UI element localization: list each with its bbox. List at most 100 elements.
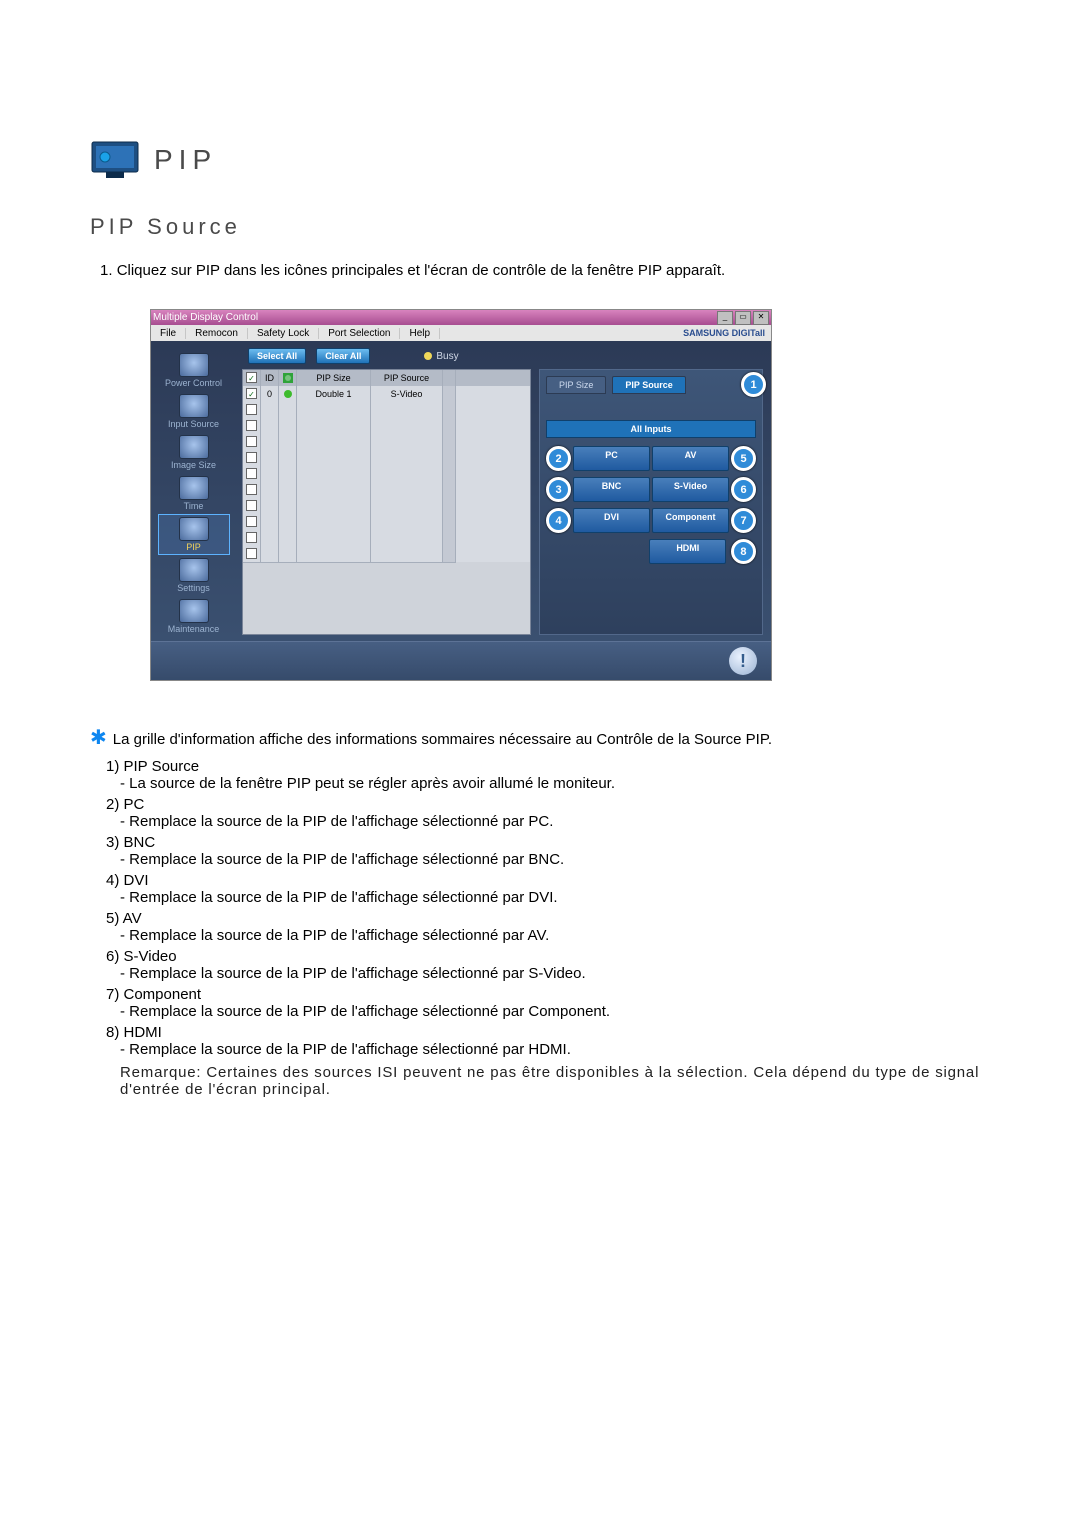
monitor-icon — [90, 140, 140, 180]
table-row[interactable] — [243, 434, 530, 450]
cell — [297, 466, 371, 483]
cell — [297, 402, 371, 419]
table-row[interactable] — [243, 466, 530, 482]
cell: Double 1 — [297, 386, 371, 403]
cell — [261, 482, 279, 499]
menu-safety-lock[interactable]: Safety Lock — [248, 328, 319, 339]
cell — [371, 530, 443, 547]
cell — [243, 482, 261, 499]
item-title: 8) HDMI — [106, 1024, 162, 1041]
cell — [243, 498, 261, 515]
menu-help[interactable]: Help — [400, 328, 440, 339]
cell — [443, 546, 456, 563]
cell — [371, 482, 443, 499]
list-item: 4) DVI- Remplace la source de la PIP de … — [106, 872, 990, 906]
display-grid: IDPIP SizePIP Source0Double 1S-Video — [242, 369, 531, 635]
cell — [243, 418, 261, 435]
instruction-number: 1. — [100, 262, 113, 279]
source-component-button[interactable]: Component — [652, 508, 729, 533]
list-item: 5) AV- Remplace la source de la PIP de l… — [106, 910, 990, 944]
close-button[interactable]: ✕ — [753, 311, 769, 325]
cell — [261, 498, 279, 515]
cell — [371, 514, 443, 531]
item-title: 3) BNC — [106, 834, 155, 851]
sidebar-item-power-control[interactable]: Power Control — [159, 351, 229, 390]
maximize-button[interactable]: ▭ — [735, 311, 751, 325]
column-header — [243, 370, 261, 387]
busy-label: Busy — [436, 351, 458, 362]
app-title: Multiple Display Control — [153, 312, 258, 323]
table-row[interactable] — [243, 546, 530, 562]
source-svideo-button[interactable]: S-Video — [652, 477, 729, 502]
table-row[interactable] — [243, 402, 530, 418]
select-all-button[interactable]: Select All — [248, 348, 306, 364]
brand-label: SAMSUNG DIGITall — [683, 328, 771, 338]
table-row[interactable] — [243, 498, 530, 514]
cell — [243, 386, 261, 403]
source-bnc-button[interactable]: BNC — [573, 477, 650, 502]
cell — [297, 498, 371, 515]
sidebar-item-settings[interactable]: Settings — [159, 556, 229, 595]
input-source-icon — [179, 394, 209, 418]
sidebar-item-label: Image Size — [171, 460, 216, 470]
note-line: ✱ La grille d'information affiche des in… — [90, 731, 990, 748]
table-row[interactable] — [243, 482, 530, 498]
cell — [279, 386, 297, 403]
item-desc: - La source de la fenêtre PIP peut se ré… — [120, 775, 990, 792]
pip-header: PIP — [90, 140, 990, 180]
cell — [279, 482, 297, 499]
sidebar-item-label: Power Control — [165, 378, 222, 388]
cell — [443, 514, 456, 531]
cell — [443, 434, 456, 451]
source-av-button[interactable]: AV — [652, 446, 729, 471]
instruction-text: Cliquez sur PIP dans les icônes principa… — [117, 262, 726, 279]
cell — [279, 466, 297, 483]
item-title: 5) AV — [106, 910, 142, 927]
sidebar-item-pip[interactable]: PIP — [159, 515, 229, 554]
item-desc: - Remplace la source de la PIP de l'affi… — [120, 965, 990, 982]
callout-4: 4 — [546, 508, 571, 533]
tab-pip-source[interactable]: PIP Source — [612, 376, 685, 394]
item-title: 2) PC — [106, 796, 144, 813]
cell — [297, 530, 371, 547]
table-row[interactable] — [243, 530, 530, 546]
menu-port-selection[interactable]: Port Selection — [319, 328, 400, 339]
source-dvi-button[interactable]: DVI — [573, 508, 650, 533]
cell — [261, 530, 279, 547]
callout-6: 6 — [731, 477, 756, 502]
sidebar-item-maintenance[interactable]: Maintenance — [159, 597, 229, 636]
cell — [261, 450, 279, 467]
cell — [279, 434, 297, 451]
list-item: 1) PIP Source- La source de la fenêtre P… — [106, 758, 990, 792]
panel-header: All Inputs — [546, 420, 756, 438]
item-desc: - Remplace la source de la PIP de l'affi… — [120, 851, 990, 868]
time-icon — [179, 476, 209, 500]
table-row[interactable] — [243, 450, 530, 466]
instruction-line: 1. Cliquez sur PIP dans les icônes princ… — [100, 262, 990, 279]
sidebar-item-image-size[interactable]: Image Size — [159, 433, 229, 472]
sidebar-item-input-source[interactable]: Input Source — [159, 392, 229, 431]
alert-icon: ! — [729, 647, 757, 675]
clear-all-button[interactable]: Clear All — [316, 348, 370, 364]
table-row[interactable]: 0Double 1S-Video — [243, 386, 530, 402]
minimize-button[interactable]: _ — [717, 311, 733, 325]
cell — [279, 514, 297, 531]
sidebar-item-label: Settings — [177, 583, 210, 593]
table-row[interactable] — [243, 418, 530, 434]
item-desc: - Remplace la source de la PIP de l'affi… — [120, 927, 990, 944]
cell — [443, 466, 456, 483]
cell — [243, 530, 261, 547]
sidebar-item-time[interactable]: Time — [159, 474, 229, 513]
source-pc-button[interactable]: PC — [573, 446, 650, 471]
menu-remocon[interactable]: Remocon — [186, 328, 248, 339]
item-desc: - Remplace la source de la PIP de l'affi… — [120, 813, 990, 830]
callout-7: 7 — [731, 508, 756, 533]
cell — [443, 530, 456, 547]
item-title: 4) DVI — [106, 872, 149, 889]
cell — [279, 546, 297, 563]
table-row[interactable] — [243, 514, 530, 530]
title-bar: Multiple Display Control _ ▭ ✕ — [151, 310, 771, 325]
menu-file[interactable]: File — [151, 328, 186, 339]
tab-pip-size[interactable]: PIP Size — [546, 376, 606, 394]
source-hdmi-button[interactable]: HDMI — [649, 539, 726, 564]
